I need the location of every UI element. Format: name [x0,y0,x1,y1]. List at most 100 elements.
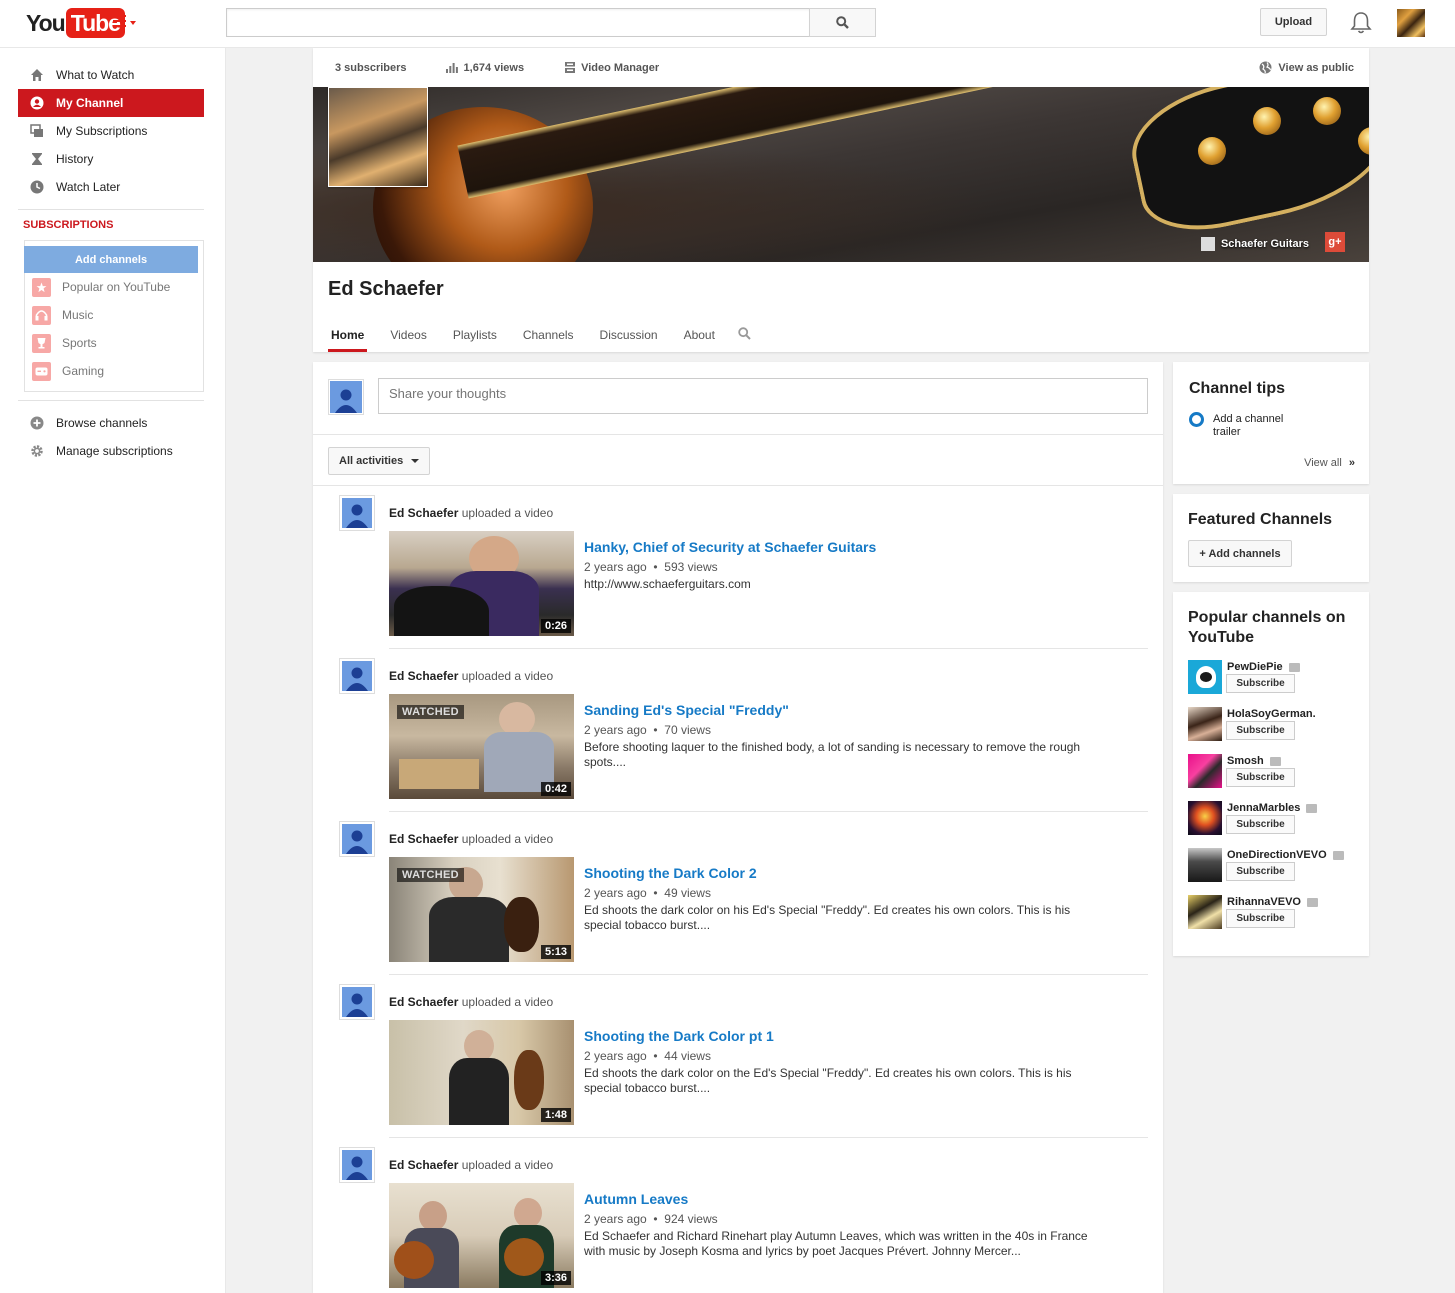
subscribe-button[interactable]: Subscribe [1226,815,1295,834]
tab-discussion[interactable]: Discussion [597,318,661,352]
logo-you-text: You [26,9,66,36]
watched-badge: WATCHED [397,868,464,882]
clock-icon [30,180,44,194]
channel-name-link[interactable]: HolaSoyGerman. [1227,708,1316,720]
video-title-link[interactable]: Shooting the Dark Color pt 1 [584,1028,774,1044]
view-as-public-link[interactable]: View as public [1259,61,1354,74]
subscription-popular-on-youtube[interactable]: Popular on YouTube [32,277,170,297]
video-title-link[interactable]: Sanding Ed's Special "Freddy" [584,702,789,718]
guide-menu-icon[interactable] [113,15,139,33]
activity-avatar[interactable] [339,1147,375,1183]
search-input[interactable] [227,9,810,36]
popular-channel-row: PewDiePie Subscribe [1188,660,1363,696]
watched-badge: WATCHED [397,705,464,719]
subscription-gaming[interactable]: Gaming [32,361,104,381]
channel-name-link[interactable]: OneDirectionVEVO [1227,849,1344,861]
guide-item-browse-channels[interactable]: Browse channels [18,409,204,437]
channel-name: JennaMarbles [1227,802,1301,814]
channel-title: Ed Schaefer [328,278,444,300]
video-meta: 2 years ago • 44 views [584,1049,711,1063]
channel-search-icon[interactable] [738,318,751,352]
channel-thumbnail[interactable] [1188,895,1222,929]
subscribe-button[interactable]: Subscribe [1226,768,1295,787]
video-title-link[interactable]: Hanky, Chief of Security at Schaefer Gui… [584,539,876,555]
youtube-logo[interactable]: You Tube [26,8,125,38]
activity-avatar[interactable] [339,984,375,1020]
guide-item-manage-subscriptions[interactable]: Manage subscriptions [18,437,204,465]
video-manager-link[interactable]: Video Manager [565,62,659,74]
channel-name-link[interactable]: RihannaVEVO [1227,896,1318,908]
video-thumbnail[interactable]: 1:48 [389,1020,574,1125]
guide-item-my-subscriptions[interactable]: My Subscriptions [18,117,204,145]
account-avatar[interactable] [1397,9,1425,37]
activity-author: Ed Schaefer [389,832,459,846]
activity-divider [389,648,1148,649]
guide-item-my-channel[interactable]: My Channel [18,89,204,117]
channel-name-link[interactable]: JennaMarbles [1227,802,1318,814]
video-thumbnail[interactable]: 0:26 [389,531,574,636]
default-user-icon [346,993,368,1017]
subscribe-button[interactable]: Subscribe [1226,674,1295,693]
gamepad-icon [32,361,51,381]
tab-playlists[interactable]: Playlists [450,318,500,352]
activity-avatar[interactable] [339,658,375,694]
subscribe-button[interactable]: Subscribe [1226,909,1295,928]
video-title-link[interactable]: Shooting the Dark Color 2 [584,865,757,881]
share-thoughts-input[interactable] [378,378,1148,414]
tab-about[interactable]: About [681,318,718,352]
verified-icon [1288,662,1300,672]
channel-name-link[interactable]: Smosh [1227,755,1281,767]
activity-item: Ed Schaefer uploaded a video WATCHED 0:4… [313,658,1163,821]
view-as-public-label: View as public [1278,61,1354,74]
add-featured-channels-button[interactable]: + Add channels [1188,540,1292,567]
featured-channels-card: Featured Channels + Add channels [1173,494,1369,582]
view-all-tips-link[interactable]: View all » [1304,457,1355,469]
channel-name: PewDiePie [1227,661,1283,673]
popular-channels-title: Popular channels on YouTube [1188,609,1346,646]
tip-add-trailer-link[interactable]: Add a channel trailer [1213,413,1303,439]
guide-item-what-to-watch[interactable]: What to Watch [18,61,204,89]
tab-home[interactable]: Home [328,318,368,352]
activity-avatar[interactable] [339,495,375,531]
banner-website-link[interactable]: Schaefer Guitars [1200,237,1309,251]
double-chevron-right-icon: » [1348,457,1355,469]
activity-header: Ed Schaefer uploaded a video [389,506,553,520]
channel-name-link[interactable]: PewDiePie [1227,661,1300,673]
subscription-music[interactable]: Music [32,305,93,325]
video-thumbnail[interactable]: 3:36 [389,1183,574,1288]
video-thumbnail[interactable]: WATCHED 0:42 [389,694,574,799]
channel-avatar[interactable] [328,87,428,187]
subscription-sports[interactable]: Sports [32,333,97,353]
plus-circle-icon [30,416,44,430]
activity-feed: All activities Ed Schaefer uploaded a vi… [313,362,1163,1293]
upload-button[interactable]: Upload [1260,8,1327,36]
channel-thumbnail[interactable] [1188,754,1222,788]
channel-thumbnail[interactable] [1188,801,1222,835]
guide-item-watch-later[interactable]: Watch Later [18,173,204,201]
guide-item-label: Watch Later [56,180,121,194]
activity-header: Ed Schaefer uploaded a video [389,669,553,683]
activity-avatar[interactable] [339,821,375,857]
video-manager-icon [565,62,576,73]
google-plus-icon[interactable]: g+ [1325,232,1345,252]
video-thumbnail[interactable]: WATCHED 5:13 [389,857,574,962]
add-channels-button[interactable]: Add channels [24,246,198,273]
search-button[interactable] [809,8,876,37]
featured-channels-title: Featured Channels [1188,511,1333,528]
channel-thumbnail[interactable] [1188,660,1222,694]
tab-channels[interactable]: Channels [520,318,577,352]
guide-item-history[interactable]: History [18,145,204,173]
home-icon [30,68,44,82]
channel-thumbnail[interactable] [1188,707,1222,741]
activity-item: Ed Schaefer uploaded a video 1:48 Shooti… [313,984,1163,1147]
verified-icon [1306,803,1318,813]
subscribe-button[interactable]: Subscribe [1226,721,1295,740]
channel-thumbnail[interactable] [1188,848,1222,882]
bell-icon[interactable] [1350,11,1372,35]
activity-filter-dropdown[interactable]: All activities [328,447,430,475]
activity-author: Ed Schaefer [389,669,459,683]
tab-videos[interactable]: Videos [387,318,429,352]
video-title-link[interactable]: Autumn Leaves [584,1191,688,1207]
video-meta: 2 years ago • 70 views [584,723,711,737]
subscribe-button[interactable]: Subscribe [1226,862,1295,881]
